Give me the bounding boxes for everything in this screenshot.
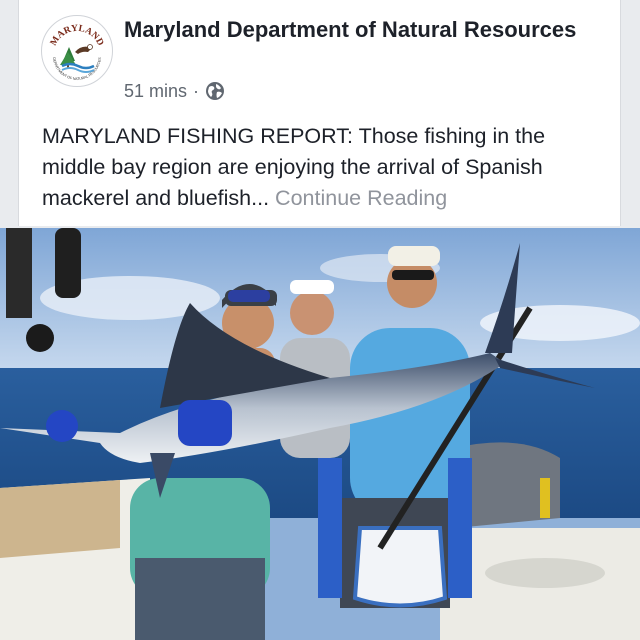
- meta-separator: ·: [193, 80, 200, 101]
- fishing-photo: [0, 228, 640, 640]
- post-meta: 51 mins ·: [124, 80, 225, 102]
- post-timestamp[interactable]: 51 mins: [124, 81, 187, 102]
- post-text: MARYLAND FISHING REPORT: Those fishing i…: [42, 121, 612, 214]
- page-name-link[interactable]: Maryland Department of Natural Resources: [124, 16, 594, 44]
- globe-icon[interactable]: [205, 81, 225, 101]
- dnr-logo: MARYLAND DEPARTMENT OF NATURAL RESOURCES: [43, 17, 111, 85]
- page-avatar[interactable]: MARYLAND DEPARTMENT OF NATURAL RESOURCES: [41, 15, 113, 87]
- post-card: MARYLAND DEPARTMENT OF NATURAL RESOURCES…: [18, 0, 621, 226]
- post-photo[interactable]: [0, 228, 640, 640]
- continue-reading-link[interactable]: Continue Reading: [275, 186, 447, 210]
